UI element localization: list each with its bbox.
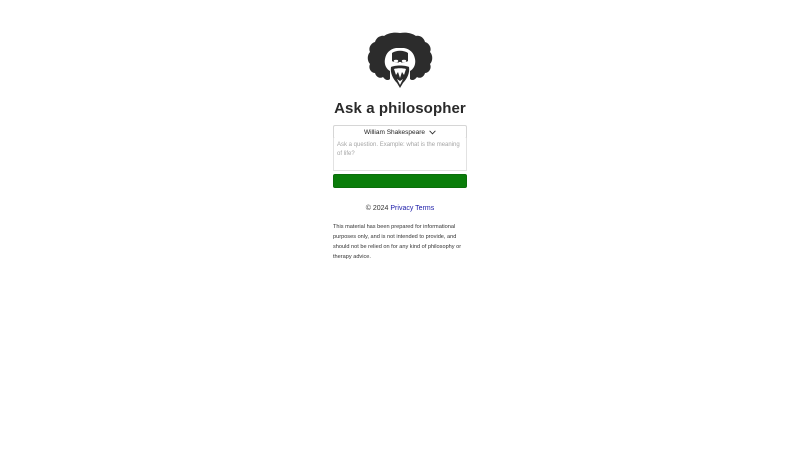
selected-philosopher: William Shakespeare <box>363 128 426 136</box>
terms-link[interactable]: Terms <box>415 205 434 212</box>
chevron-down-icon <box>429 129 436 134</box>
disclaimer-text: This material has been prepared for info… <box>333 224 462 260</box>
ask-button[interactable] <box>333 174 467 188</box>
footer-links: © 2024 Privacy Terms <box>333 204 467 214</box>
page-title: Ask a philosopher <box>334 100 466 117</box>
question-box <box>333 138 467 172</box>
philosopher-portrait-icon <box>367 32 433 88</box>
question-input[interactable] <box>334 138 466 172</box>
privacy-link[interactable]: Privacy <box>390 205 413 212</box>
page: Ask a philosopher William Shakespeare © … <box>0 0 800 450</box>
philosopher-select[interactable]: William Shakespeare <box>333 125 467 139</box>
copyright-text: © 2024 <box>365 205 389 212</box>
